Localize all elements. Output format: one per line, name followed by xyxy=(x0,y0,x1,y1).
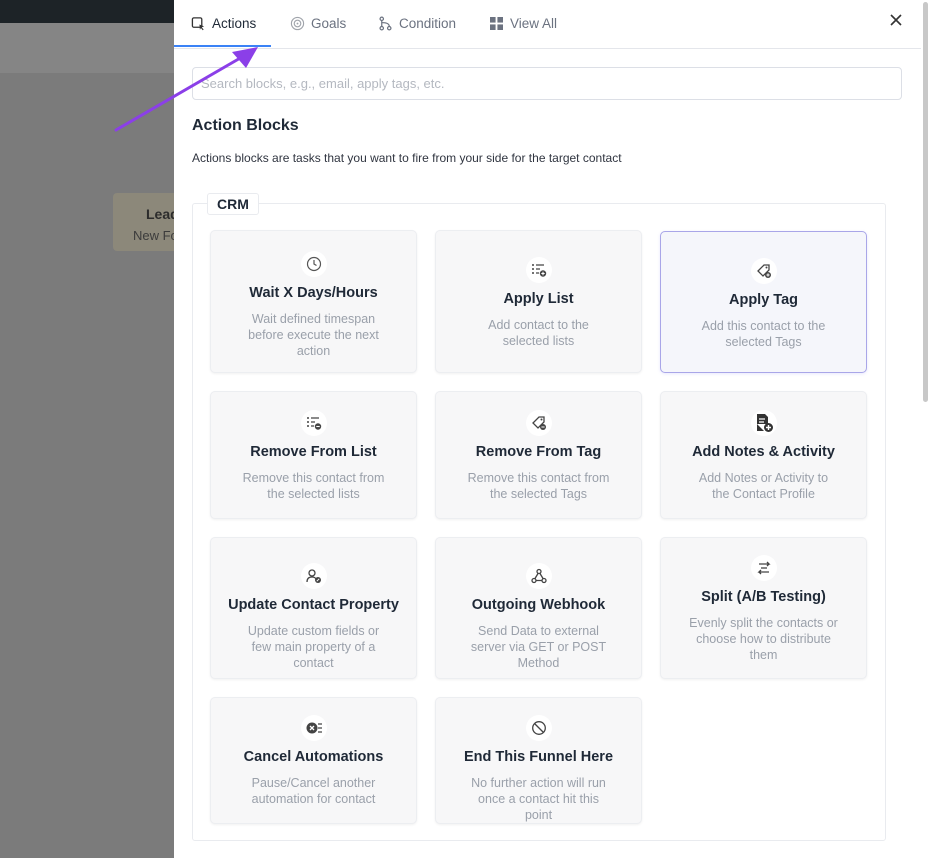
tab-label: Goals xyxy=(311,15,347,31)
cancel-automation-icon xyxy=(300,715,327,741)
card-title: Split (A/B Testing) xyxy=(701,589,826,605)
card-description: Add Notes or Activity to the Contact Pro… xyxy=(698,471,829,501)
section-title: Action Blocks xyxy=(192,117,299,134)
block-apply-list-card[interactable]: Apply List Add contact to the selected l… xyxy=(435,230,642,373)
funnel-trigger-node: Lead New Fo xyxy=(113,193,183,251)
block-cancel-automations-card[interactable]: Cancel Automations Pause/Cancel another … xyxy=(210,697,417,824)
block-remove-tag-card[interactable]: Remove From Tag Remove this contact from… xyxy=(435,391,642,519)
block-wait-card[interactable]: Wait X Days/Hours Wait defined timespan … xyxy=(210,230,417,373)
card-description: Add this contact to the selected Tags xyxy=(701,319,826,349)
branch-icon xyxy=(377,15,393,31)
tab-label: Condition xyxy=(399,15,457,31)
section-description: Actions blocks are tasks that you want t… xyxy=(192,151,622,165)
card-description: No further action will run once a contac… xyxy=(471,776,606,822)
user-edit-icon xyxy=(300,563,327,589)
clock-icon xyxy=(300,251,327,277)
card-title: Apply Tag xyxy=(728,292,798,308)
drawer-scrollbar[interactable] xyxy=(921,0,929,402)
scrollbar-thumb[interactable] xyxy=(923,2,928,402)
group-label: CRM xyxy=(207,193,259,215)
blocks-drawer: Actions Goals Condition View All Action … xyxy=(174,0,929,858)
card-title: Remove From Tag xyxy=(475,444,602,460)
card-description: Remove this contact from the selected li… xyxy=(242,471,385,501)
grid-icon xyxy=(488,15,504,31)
block-apply-tag-card[interactable]: Apply Tag Add this contact to the select… xyxy=(660,231,867,373)
card-description: Send Data to external server via GET or … xyxy=(470,624,607,670)
target-icon xyxy=(289,15,305,31)
stop-icon xyxy=(525,715,552,741)
block-add-notes-card[interactable]: Add Notes & Activity Add Notes or Activi… xyxy=(660,391,867,519)
block-end-funnel-card[interactable]: End This Funnel Here No further action w… xyxy=(435,697,642,824)
card-description: Evenly split the contacts or choose how … xyxy=(689,616,838,662)
close-button[interactable] xyxy=(886,10,906,30)
card-description: Add contact to the selected lists xyxy=(488,318,589,348)
tab-bar: Actions Goals Condition View All xyxy=(174,0,921,49)
block-split-card[interactable]: Split (A/B Testing) Evenly split the con… xyxy=(660,537,867,679)
tag-icon xyxy=(750,258,777,284)
card-title: Wait X Days/Hours xyxy=(249,285,378,301)
node-subtitle: New Fo xyxy=(133,228,178,243)
tag-remove-icon xyxy=(525,410,552,436)
block-remove-list-card[interactable]: Remove From List Remove this contact fro… xyxy=(210,391,417,519)
card-description: Wait defined timespan before execute the… xyxy=(248,312,379,358)
list-add-icon xyxy=(525,257,552,283)
block-webhook-card[interactable]: Outgoing Webhook Send Data to external s… xyxy=(435,537,642,679)
card-title: Remove From List xyxy=(250,444,377,460)
card-title: Cancel Automations xyxy=(243,749,384,765)
tab-label: Actions xyxy=(212,15,257,31)
tab-goals[interactable]: Goals xyxy=(289,0,346,46)
card-title: Apply List xyxy=(503,291,574,307)
webhook-icon xyxy=(525,563,552,589)
tab-label: View All xyxy=(510,15,558,31)
card-title: Add Notes & Activity xyxy=(692,444,835,460)
tab-condition[interactable]: Condition xyxy=(377,0,456,46)
split-icon xyxy=(750,555,777,581)
list-remove-icon xyxy=(300,410,327,436)
card-description: Update custom fields or few main propert… xyxy=(247,624,380,670)
active-tab-indicator xyxy=(174,45,271,47)
actions-icon xyxy=(190,15,206,31)
tab-view-all[interactable]: View All xyxy=(488,0,557,46)
card-description: Remove this contact from the selected Ta… xyxy=(467,471,610,501)
card-description: Pause/Cancel another automation for cont… xyxy=(251,776,376,806)
close-icon xyxy=(890,14,902,26)
card-title: Outgoing Webhook xyxy=(471,597,606,613)
card-title: Update Contact Property xyxy=(228,597,399,613)
block-update-contact-card[interactable]: Update Contact Property Update custom fi… xyxy=(210,537,417,679)
card-title: End This Funnel Here xyxy=(463,749,614,765)
search-input[interactable] xyxy=(192,67,902,100)
tab-actions[interactable]: Actions xyxy=(190,0,256,46)
note-add-icon xyxy=(750,410,777,436)
